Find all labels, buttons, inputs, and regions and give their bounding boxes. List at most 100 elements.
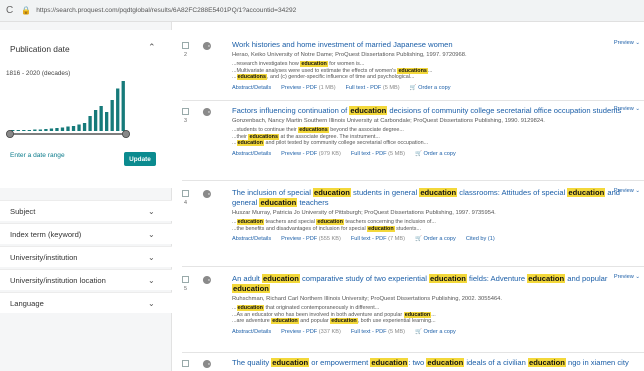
result-title[interactable]: Work histories and home investment of ma…	[232, 40, 640, 50]
text-run: ...	[431, 311, 436, 318]
preview-toggle[interactable]: Preview ⌄	[614, 40, 640, 46]
order-copy-link[interactable]: 🛒 Order a copy	[415, 329, 456, 335]
histogram-bar	[60, 127, 65, 131]
preview-pdf-link[interactable]: Preview - PDF (1 MB)	[281, 85, 335, 91]
preview-pdf-link[interactable]: Preview - PDF (337 KB)	[281, 329, 341, 335]
search-term-highlight: educations	[248, 133, 279, 140]
select-checkbox[interactable]	[182, 276, 189, 283]
histogram-bar	[88, 116, 92, 131]
fulltext-pdf-link[interactable]: Full text - PDF (5 MB)	[351, 151, 405, 157]
preview-label: Preview	[613, 274, 636, 280]
result-snippets: ...education teachers and special educat…	[232, 219, 640, 232]
divider	[182, 266, 644, 267]
result-meta: Gonzenbach, Nancy Martin Southern Illino…	[232, 118, 545, 124]
result-number: 3	[184, 118, 187, 124]
abstract-details-link[interactable]: Abstract/Details	[232, 151, 271, 157]
result-snippets: ...research investigates how education f…	[232, 61, 640, 81]
preview-pdf-link[interactable]: Preview - PDF (555 KB)	[281, 236, 341, 242]
order-copy-link[interactable]: 🛒 Order a copy	[410, 85, 451, 91]
preview-pdf-link[interactable]: Preview - PDF (979 KB)	[281, 151, 341, 157]
file-size: (1 MB)	[318, 84, 336, 91]
result-title[interactable]: Factors influencing continuation of educ…	[232, 106, 640, 116]
file-size: (337 KB)	[318, 328, 341, 335]
divider	[182, 100, 644, 101]
enter-date-range-link[interactable]: Enter a date range	[10, 152, 65, 159]
snippet-line: ...education that originated contemporan…	[232, 305, 640, 312]
dissertation-icon: ⚈	[202, 359, 212, 371]
text-run: at the associate degree. The instrument.…	[278, 133, 380, 140]
search-term-highlight: education	[419, 188, 458, 197]
url-field[interactable]: https://search.proquest.com/pqdtglobal/r…	[36, 7, 296, 14]
chevron-down-icon: ⌄	[635, 106, 640, 112]
order-copy-label: Order a copy	[423, 236, 456, 243]
select-checkbox[interactable]	[182, 360, 189, 367]
result-meta: Huszar Murray, Patricia Jo University of…	[232, 210, 496, 216]
preview-toggle[interactable]: Preview ⌄	[614, 188, 640, 194]
divider	[182, 180, 644, 181]
range-handle-left[interactable]	[6, 130, 14, 139]
order-copy-label: Order a copy	[423, 150, 456, 157]
text-run: : two	[408, 358, 427, 367]
text-run: teachers	[297, 198, 329, 207]
text-run: ...As an educator who has been involved …	[232, 311, 404, 318]
search-term-highlight: education	[236, 140, 264, 147]
select-checkbox[interactable]	[182, 42, 189, 49]
update-button[interactable]: Update	[124, 152, 156, 166]
text-run: ...their	[232, 133, 249, 140]
range-handle-right[interactable]	[122, 130, 131, 139]
fulltext-pdf-link[interactable]: Full text - PDF (5 MB)	[351, 329, 405, 335]
text-run: ...	[427, 67, 433, 74]
fulltext-pdf-link[interactable]: Full text - PDF (5 MB)	[346, 85, 400, 91]
histogram-bar	[66, 126, 70, 131]
search-term-highlight: education	[426, 358, 465, 367]
result-links: Abstract/Details Preview - PDF (979 KB) Fu…	[232, 106, 640, 157]
chevron-down-icon: ⌄	[148, 229, 155, 239]
text-run: ngo in xiamen city	[565, 358, 629, 367]
text-run: comparative study of two experiential	[299, 274, 430, 283]
text-run: for women is...	[327, 61, 365, 67]
select-checkbox[interactable]	[182, 190, 189, 197]
result-title[interactable]: The quality education or empowerment edu…	[232, 358, 640, 368]
preview-toggle[interactable]: Preview ⌄	[614, 274, 640, 280]
result-snippets: ...education that originated contemporan…	[232, 305, 640, 325]
result-title[interactable]: An adult education comparative study of …	[232, 274, 640, 294]
text-run: ...	[232, 74, 237, 81]
search-term-highlight: education	[236, 219, 264, 225]
reload-icon[interactable]: C	[6, 5, 13, 16]
chevron-down-icon: ⌄	[635, 40, 640, 46]
abstract-details-link[interactable]: Abstract/Details	[232, 329, 271, 335]
preview-toggle[interactable]: Preview ⌄	[614, 106, 640, 112]
result-number: 2	[184, 52, 187, 58]
histogram-bar	[93, 110, 98, 131]
snippet-line: ...educations, and (c) gender-specific i…	[232, 74, 640, 81]
filter-index-term[interactable]: Index term (keyword) ⌄	[0, 223, 172, 244]
text-run: An adult	[232, 274, 262, 283]
snippet-line: ...are adventure education and popular e…	[232, 318, 640, 325]
filter-university-location[interactable]: University/institution location ⌄	[0, 269, 172, 290]
filter-university[interactable]: University/institution ⌄	[0, 246, 172, 267]
order-copy-link[interactable]: 🛒 Order a copy	[415, 236, 456, 242]
search-term-highlight: education	[367, 225, 395, 232]
histogram-bar	[38, 129, 43, 131]
abstract-details-link[interactable]: Abstract/Details	[232, 85, 271, 91]
result-meta: Herao, Keiko University of Notre Dame; P…	[232, 52, 467, 58]
result-number: 4	[184, 200, 187, 206]
search-term-highlight: education	[313, 188, 351, 197]
text-run: and popular	[298, 318, 331, 325]
text-run: ...are adventure	[232, 318, 272, 325]
text-run: , both use experiential learning...	[357, 318, 436, 325]
search-term-highlight: education	[271, 358, 310, 367]
cited-by-link[interactable]: Cited by (1)	[466, 236, 495, 242]
result-title[interactable]: The inclusion of special education stude…	[232, 188, 640, 208]
snippet-line: ...the benefits and disadvantages of inc…	[232, 225, 640, 233]
order-copy-link[interactable]: 🛒 Order a copy	[415, 151, 456, 157]
filter-subject[interactable]: Subject ⌄	[0, 200, 172, 221]
filter-language[interactable]: Language ⌄	[0, 292, 172, 313]
select-checkbox[interactable]	[182, 108, 189, 115]
file-size: (979 KB)	[318, 150, 341, 157]
fulltext-pdf-link[interactable]: Full text - PDF (7 MB)	[351, 236, 405, 242]
file-size: (5 MB)	[382, 84, 400, 91]
result-links: Abstract/Details Preview - PDF (1 MB) Full…	[232, 40, 640, 91]
text-run: teachers concerning the inclusion of...	[343, 219, 436, 225]
abstract-details-link[interactable]: Abstract/Details	[232, 236, 271, 242]
